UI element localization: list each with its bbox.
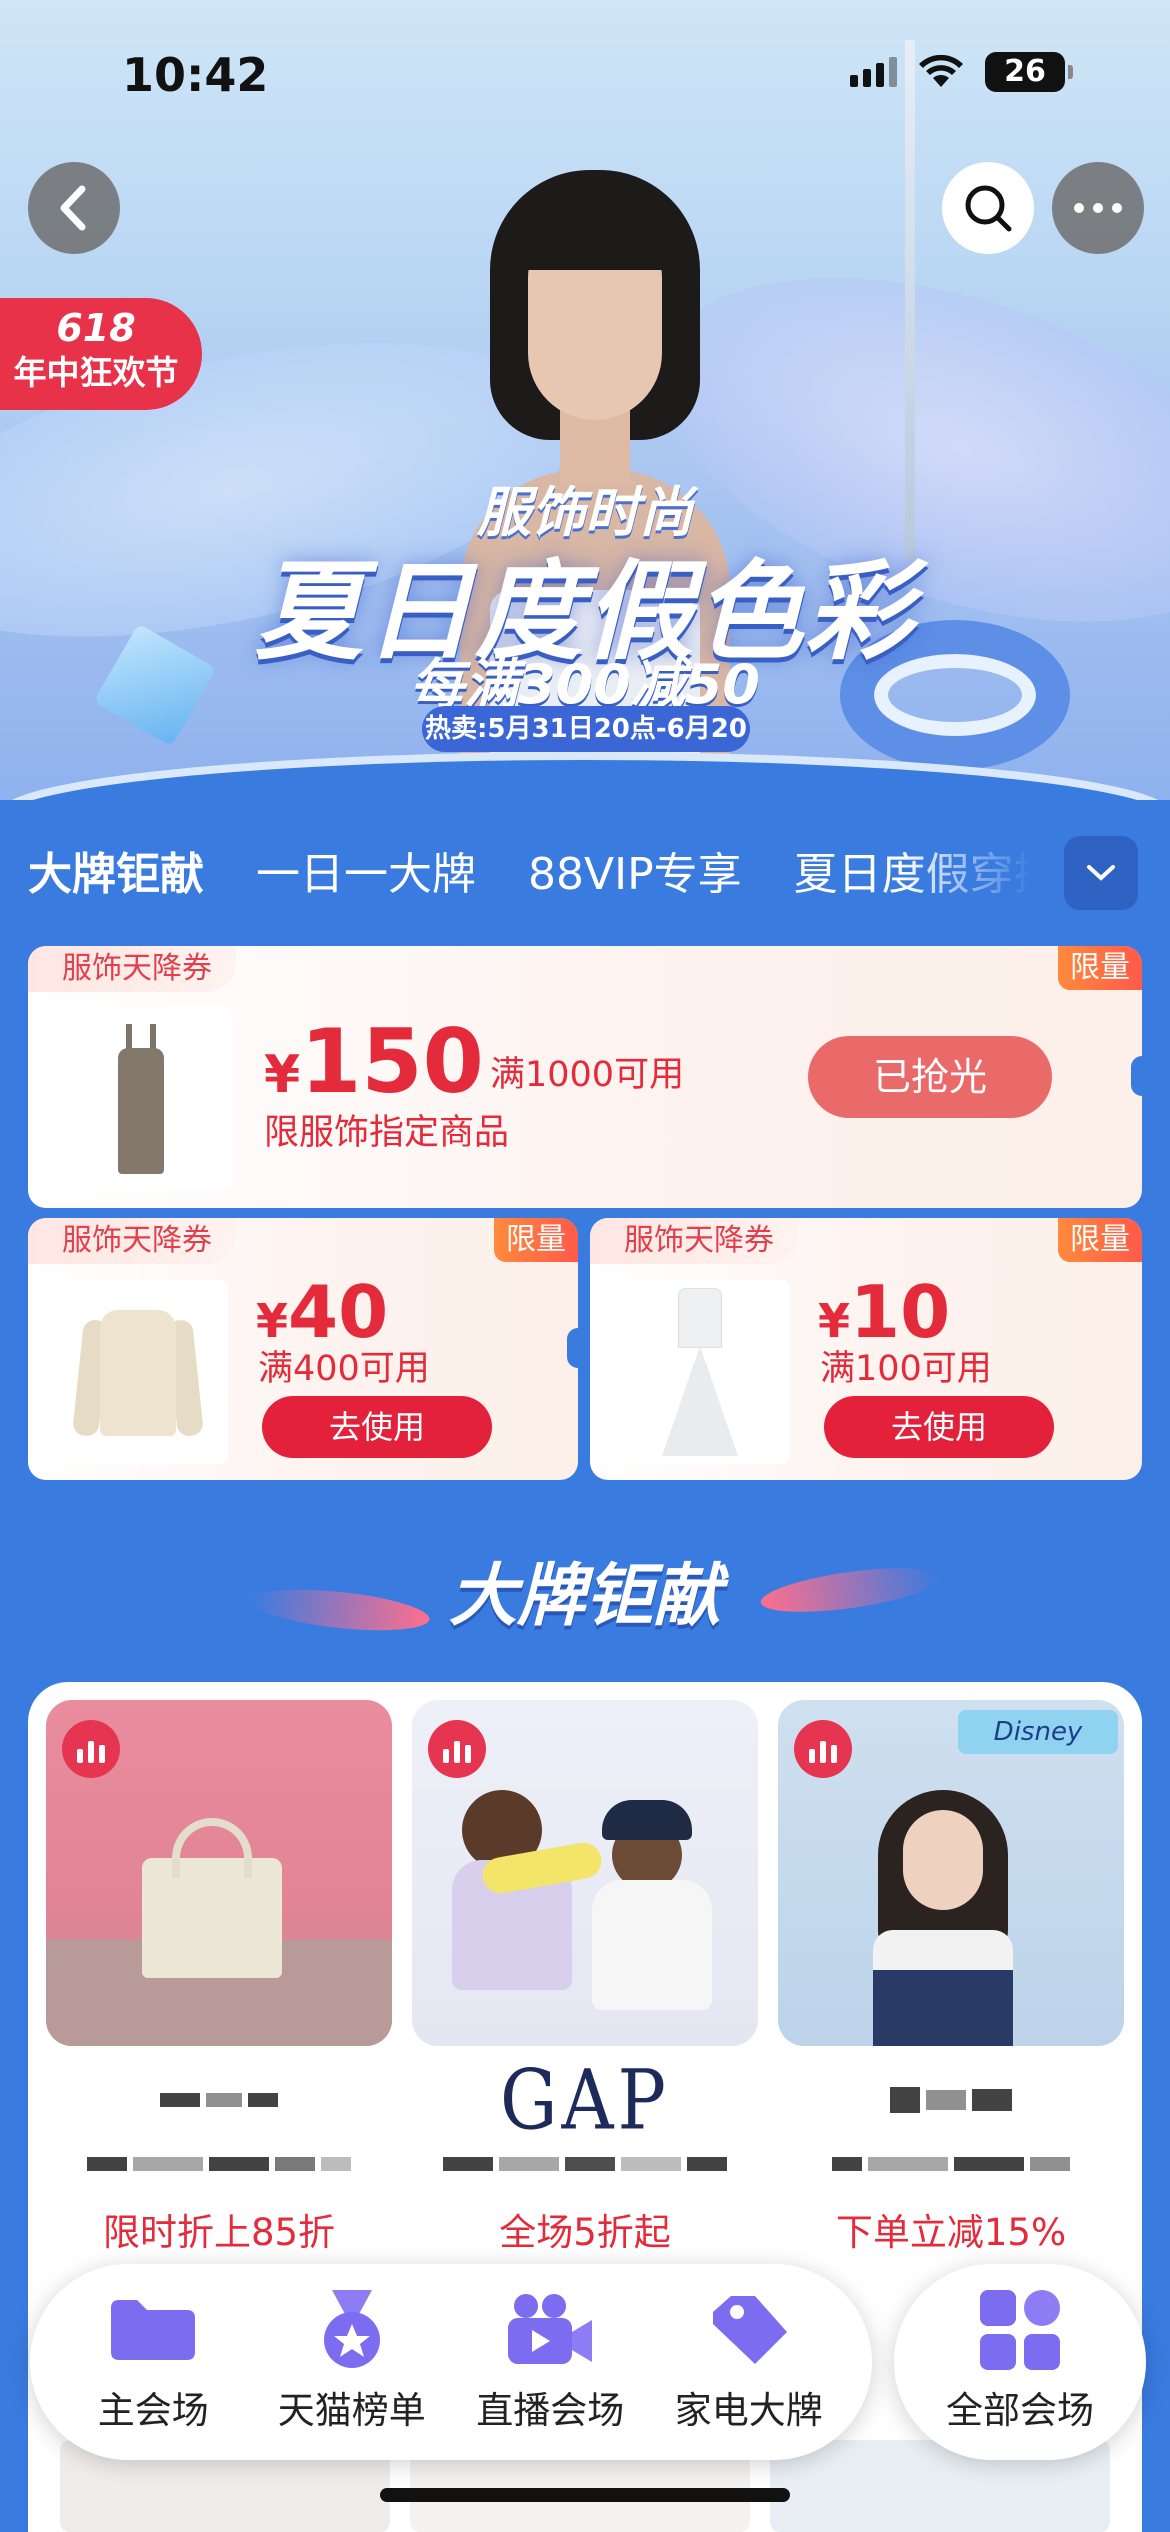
coupon-notch (567, 1328, 578, 1368)
brand-promo: 下单立减15% (835, 2211, 1067, 2254)
brand-logo-gap: GAP (500, 2051, 670, 2149)
tab-brand-deals[interactable]: 大牌钜献 (28, 838, 204, 902)
sold-out-button[interactable]: 已抢光 (808, 1036, 1052, 1118)
brand-card[interactable]: Disney 下单立减15% (778, 1700, 1124, 2256)
tabs-expand-button[interactable] (1064, 836, 1138, 910)
nav-live-venue[interactable]: 直播会场 (455, 2290, 645, 2434)
home-indicator (380, 2488, 790, 2502)
tab-daily-brand[interactable]: 一日一大牌 (256, 838, 476, 902)
status-time: 10:42 (122, 48, 269, 102)
limited-badge: 限量 (494, 1218, 578, 1262)
festival-badge-number: 618 (56, 306, 136, 350)
battery-icon: 26 (985, 52, 1073, 92)
status-icons: 26 (850, 52, 1073, 92)
tab-88vip[interactable]: 88VIP专享 (528, 838, 742, 902)
nav-main-venue[interactable]: 主会场 (58, 2290, 248, 2434)
nav-appliance-brands[interactable]: 家电大牌 (654, 2290, 844, 2434)
folder-icon (111, 2300, 196, 2360)
brand-image-gap (412, 1700, 758, 2046)
brand-promo: 全场5折起 (499, 2211, 671, 2254)
back-button[interactable] (28, 162, 120, 254)
brand-logo (46, 2060, 392, 2140)
search-icon (965, 185, 1012, 232)
brand-card[interactable]: 限时折上85折 (46, 1700, 392, 2256)
grid-icon (980, 2290, 1060, 2370)
more-dots-icon (1074, 203, 1122, 213)
coupon-amount: ¥150 (264, 1010, 484, 1113)
brand-logo (778, 2060, 1124, 2140)
more-button[interactable] (1052, 162, 1144, 254)
coupon-tag: 服饰天降券 (28, 946, 236, 992)
brand-card[interactable]: GAP 全场5折起 (412, 1700, 758, 2256)
limited-badge: 限量 (1058, 1218, 1142, 1262)
video-camera-icon (508, 2294, 593, 2364)
disney-tag: Disney (958, 1710, 1118, 1754)
coupon-condition: 满1000可用 (490, 1055, 685, 1095)
coupon-tag: 服饰天降券 (28, 1218, 236, 1264)
coupon-card-150[interactable]: 服饰天降券 限量 ¥150 满1000可用 限服饰指定商品 已抢光 (28, 946, 1142, 1208)
chart-badge-icon (794, 1720, 852, 1778)
coupon-condition: 满100可用 (820, 1349, 992, 1389)
coupon-card-10[interactable]: 服饰天降券 限量 ¥10 满100可用 去使用 (590, 1218, 1142, 1480)
brand-image-disney: Disney (778, 1700, 1124, 2046)
brand-image-handbag (46, 1700, 392, 2046)
chart-badge-icon (62, 1720, 120, 1778)
coupon-product-image (48, 1006, 232, 1190)
all-venues-button[interactable]: 全部会场 (894, 2264, 1146, 2460)
chevron-down-icon (1087, 865, 1115, 881)
section-title: 大牌钜献 (448, 1557, 721, 1636)
brand-name-blurred (778, 2140, 1124, 2188)
coupon-product-image (610, 1280, 790, 1464)
hero-date-pill: 热卖:5月31日20点-6月20日 (422, 706, 750, 790)
use-coupon-button[interactable]: 去使用 (824, 1396, 1054, 1458)
hero-bottom-curve (0, 760, 1170, 800)
coupon-card-40[interactable]: 服饰天降券 限量 ¥40 满400可用 去使用 (28, 1218, 578, 1480)
use-coupon-button[interactable]: 去使用 (262, 1396, 492, 1458)
cellular-signal-icon (850, 57, 897, 87)
medal-icon (323, 2290, 380, 2368)
coupon-product-image (48, 1280, 228, 1464)
price-tag-icon (712, 2296, 787, 2364)
wifi-icon (919, 55, 963, 87)
coupon-condition: 满400可用 (258, 1349, 430, 1389)
chart-badge-icon (428, 1720, 486, 1778)
chevron-left-icon (60, 185, 86, 231)
nav-tmall-ranking[interactable]: 天猫榜单 (257, 2290, 447, 2434)
brand-name-blurred (46, 2140, 392, 2188)
brand-promo: 限时折上85折 (102, 2211, 336, 2254)
festival-badge-label: 年中狂欢节 (13, 353, 179, 392)
limited-badge: 限量 (1058, 946, 1142, 990)
festival-badge[interactable]: 618 年中狂欢节 (0, 298, 202, 410)
search-button[interactable] (942, 162, 1034, 254)
bottom-nav: 主会场 天猫榜单 直播会场 家电大牌 (30, 2264, 872, 2460)
coupon-tag: 服饰天降券 (590, 1218, 798, 1264)
coupon-notch (1131, 1056, 1142, 1096)
coupon-description: 限服饰指定商品 (264, 1113, 510, 1153)
